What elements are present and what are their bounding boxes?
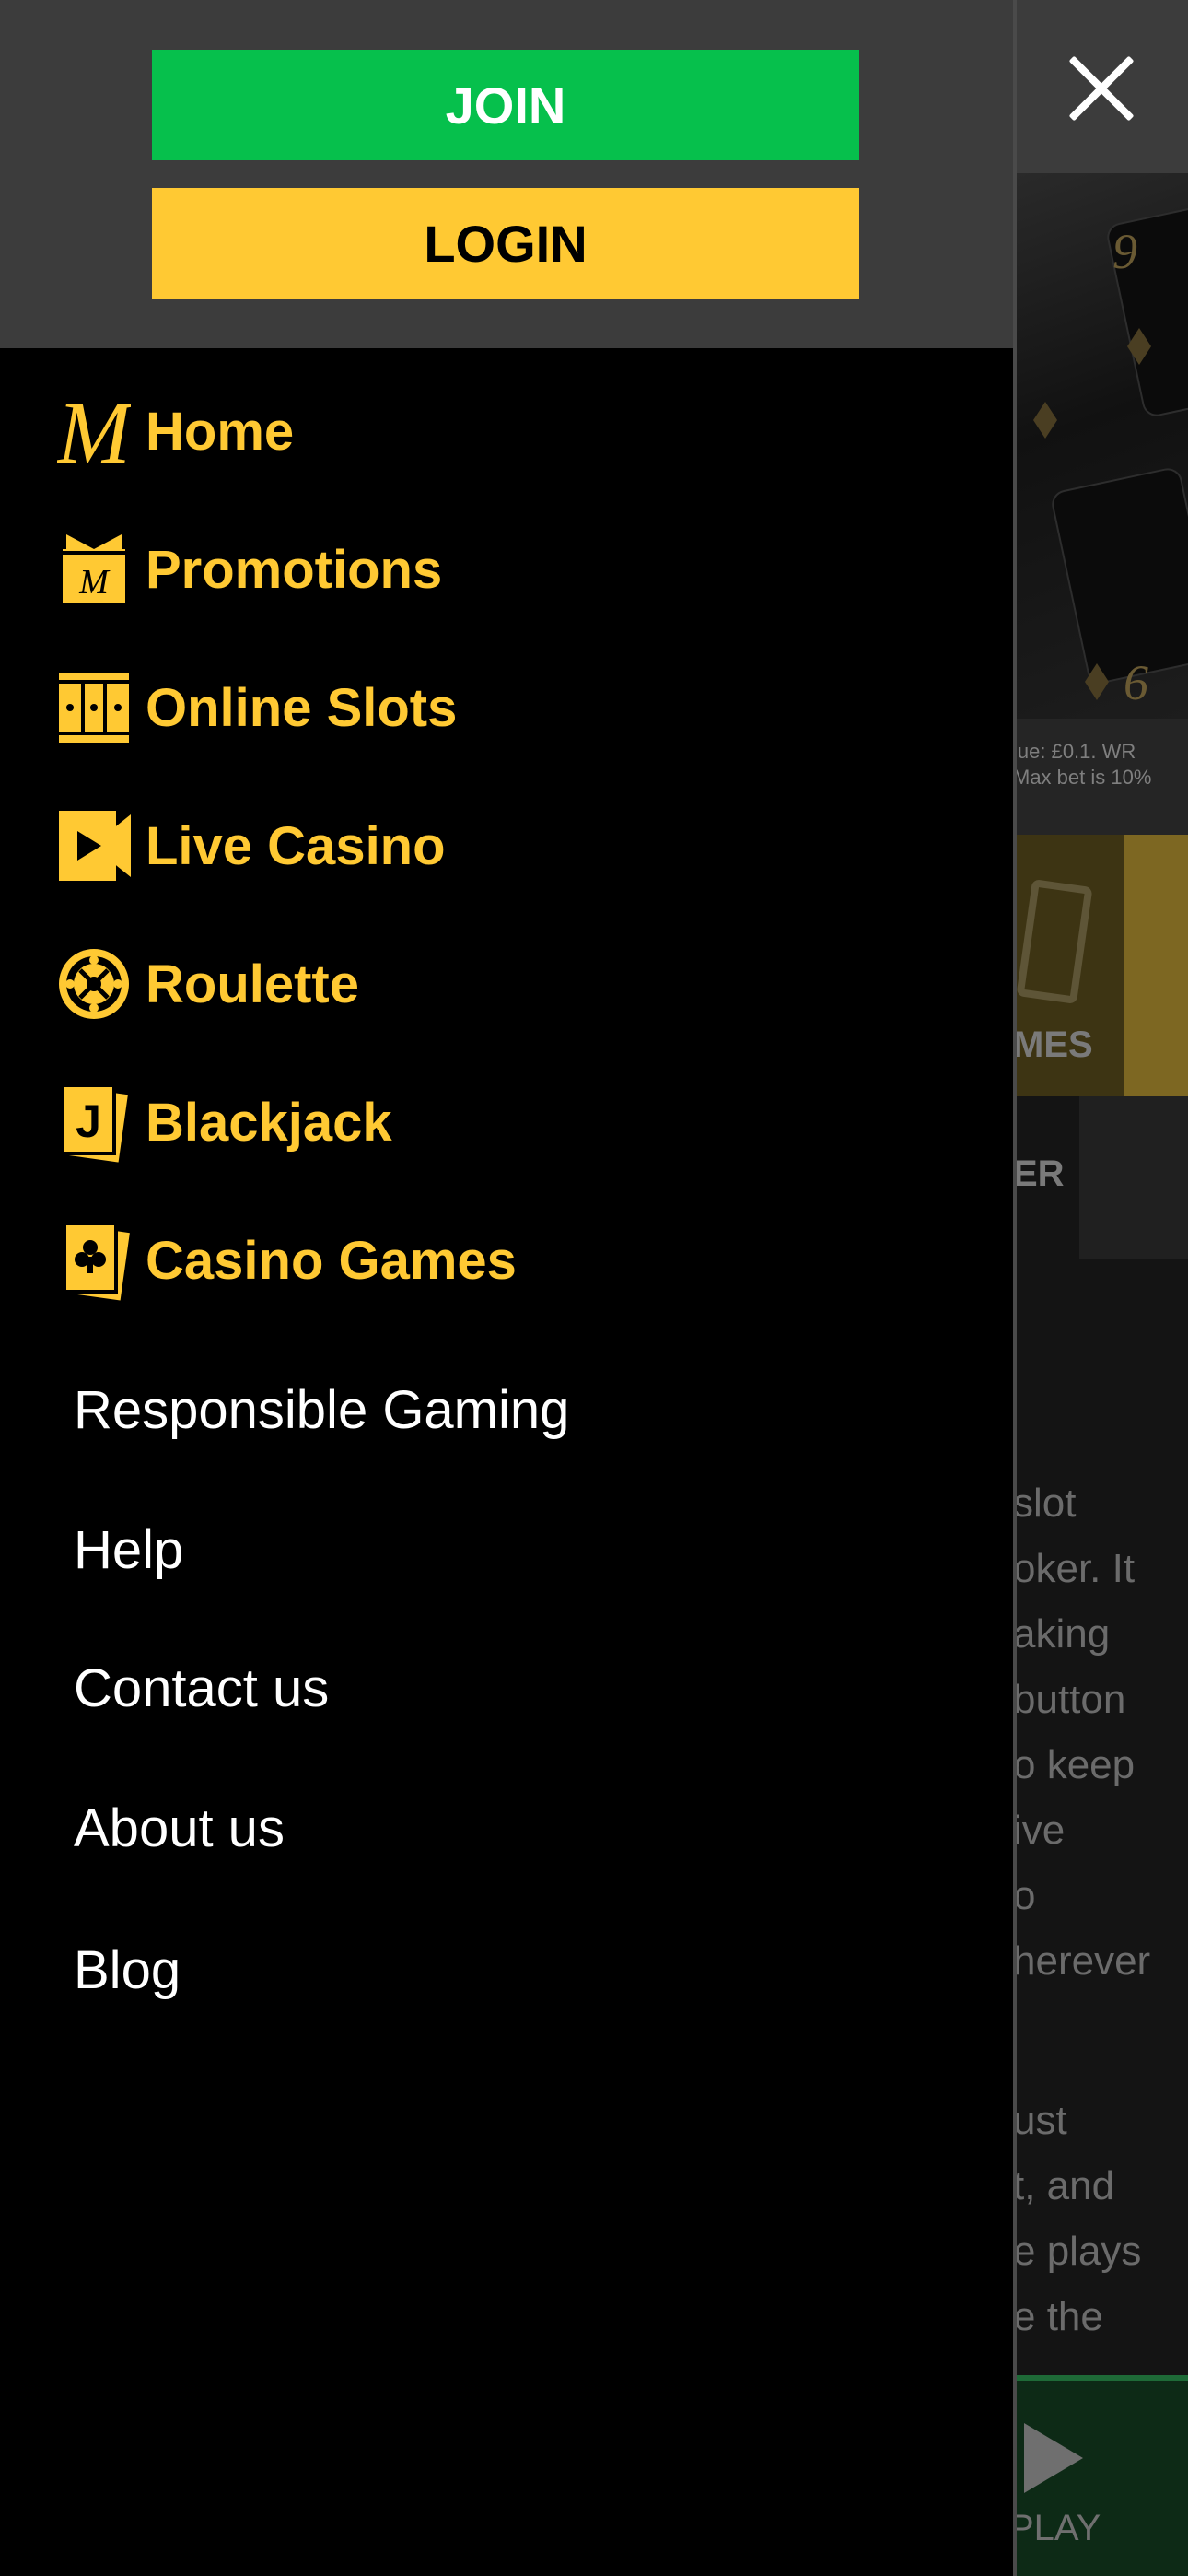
nav-item-online-slots[interactable]: Online Slots bbox=[53, 652, 457, 763]
nav-item-roulette[interactable]: Roulette bbox=[53, 929, 359, 1039]
link-about-us[interactable]: About us bbox=[74, 1782, 285, 1874]
card-rank: 9 bbox=[1112, 224, 1137, 279]
nav-label: Promotions bbox=[146, 539, 443, 600]
nav-label: Online Slots bbox=[146, 677, 458, 738]
play-label: PLAY bbox=[1009, 2508, 1101, 2548]
category-tile-label: MES bbox=[1013, 1025, 1093, 1065]
play-icon bbox=[1024, 2423, 1083, 2493]
svg-text:M: M bbox=[57, 392, 131, 470]
roulette-wheel-icon bbox=[53, 943, 134, 1025]
slot-machine-icon bbox=[53, 667, 134, 748]
svg-text:J: J bbox=[76, 1095, 101, 1147]
nav-item-casino-games[interactable]: Casino Games bbox=[53, 1205, 517, 1316]
nav-label: Blackjack bbox=[146, 1092, 392, 1153]
playing-card bbox=[1049, 465, 1188, 686]
nav-item-home[interactable]: M Home bbox=[53, 376, 294, 486]
nav-label: Roulette bbox=[146, 954, 359, 1014]
club-card-icon bbox=[53, 1220, 134, 1301]
join-button[interactable]: JOIN bbox=[152, 50, 859, 160]
nav-label: Home bbox=[146, 401, 295, 462]
jack-card-icon: J bbox=[53, 1082, 134, 1163]
link-contact-us[interactable]: Contact us bbox=[74, 1642, 329, 1734]
video-camera-icon bbox=[53, 805, 134, 886]
tab-label: ER bbox=[1013, 1153, 1065, 1194]
close-icon[interactable] bbox=[1059, 46, 1144, 131]
category-tile-strip bbox=[1124, 835, 1188, 1096]
body-paragraph: ust t, and e plays e the bbox=[1013, 2098, 1142, 2339]
card-rank: 6 bbox=[1124, 655, 1148, 710]
gift-box-icon: M bbox=[53, 529, 134, 610]
hero-banner[interactable]: 9 6 bbox=[1013, 173, 1188, 719]
body-paragraph: slot oker. It aking button o keep ive o … bbox=[1013, 1481, 1151, 1984]
nav-item-promotions[interactable]: M Promotions bbox=[53, 514, 442, 625]
link-help[interactable]: Help bbox=[74, 1504, 183, 1596]
svg-text:M: M bbox=[78, 563, 111, 602]
link-blog[interactable]: Blog bbox=[74, 1924, 181, 2016]
nav-item-live-casino[interactable]: Live Casino bbox=[53, 790, 446, 901]
login-button[interactable]: LOGIN bbox=[152, 188, 859, 299]
brand-m-icon: M bbox=[53, 391, 134, 472]
nav-item-blackjack[interactable]: J Blackjack bbox=[53, 1067, 392, 1177]
diamond-icon bbox=[1033, 402, 1057, 439]
link-responsible-gaming[interactable]: Responsible Gaming bbox=[74, 1364, 569, 1456]
tab-box[interactable] bbox=[1079, 1096, 1188, 1259]
drawer-header: JOIN LOGIN bbox=[0, 0, 1013, 348]
side-menu-drawer: JOIN LOGIN M Home M Promotions Online Sl… bbox=[0, 0, 1017, 2576]
nav-label: Live Casino bbox=[146, 815, 446, 876]
nav-label: Casino Games bbox=[146, 1230, 517, 1291]
